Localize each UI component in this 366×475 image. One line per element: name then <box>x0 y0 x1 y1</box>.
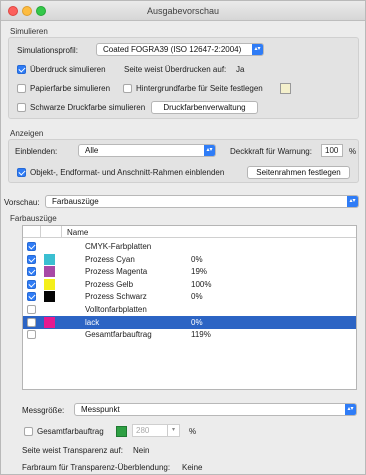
transparency-value: Nein <box>133 446 150 455</box>
separation-name: lack <box>85 317 100 327</box>
overprint-checkbox[interactable] <box>17 65 26 74</box>
separation-visibility-checkbox[interactable] <box>27 305 36 314</box>
black-ink-label: Schwarze Druckfarbe simulieren <box>30 103 146 112</box>
sample-size-value: Messpunkt <box>81 405 120 414</box>
simulation-profile-select[interactable]: Coated FOGRA39 (ISO 12647-2:2004) ▴▾ <box>96 43 264 56</box>
select-chevron-icon: ▴▾ <box>204 145 215 156</box>
bg-color-checkbox[interactable] <box>123 84 132 93</box>
section-simulieren-label: Simulieren <box>10 27 48 36</box>
page-overprint-label: Seite weist Überdrucken auf: <box>124 65 227 74</box>
separation-row[interactable]: Prozess Schwarz 0% <box>23 290 356 303</box>
paper-color-checkbox[interactable] <box>17 84 26 93</box>
bg-color-swatch[interactable] <box>280 83 291 94</box>
column-separator <box>40 226 41 238</box>
separation-row[interactable]: Prozess Gelb 100% <box>23 278 356 291</box>
preview-label: Vorschau: <box>4 198 40 207</box>
separation-visibility-checkbox[interactable] <box>27 254 36 264</box>
section-anzeigen-label: Anzeigen <box>10 129 44 138</box>
separation-visibility-checkbox[interactable] <box>27 242 36 251</box>
blend-space-label: Farbraum für Transparenz-Überblendung: <box>22 463 171 472</box>
separation-visibility-checkbox[interactable] <box>27 267 36 277</box>
separation-percentage: 0% <box>191 317 203 327</box>
opacity-unit: % <box>349 147 357 156</box>
show-select[interactable]: Alle ▴▾ <box>78 144 216 157</box>
anzeigen-group: Einblenden: Alle ▴▾ Deckkraft für Warnun… <box>8 139 359 183</box>
ink-color-swatch <box>44 316 55 328</box>
simulieren-group: Simulationsprofil: Coated FOGRA39 (ISO 1… <box>8 37 359 119</box>
separation-visibility-checkbox[interactable] <box>27 279 36 289</box>
opacity-input[interactable]: 100 <box>321 144 343 157</box>
ink-color-swatch <box>44 278 55 290</box>
ink-manager-button[interactable]: Druckfarbenverwaltung <box>151 101 258 114</box>
simulation-profile-label: Simulationsprofil: <box>17 46 78 55</box>
window-title: Ausgabevorschau <box>146 6 220 16</box>
sample-size-label: Messgröße: <box>22 406 65 415</box>
list-header: Name <box>23 226 356 238</box>
separation-name: Prozess Magenta <box>85 267 148 277</box>
separation-row[interactable]: Volltonfarbplatten <box>23 303 356 316</box>
separation-name: Prozess Gelb <box>85 279 134 289</box>
total-ink-unit: % <box>189 427 197 436</box>
separation-name: Gesamtfarbauftrag <box>85 330 152 340</box>
blend-space-value: Keine <box>182 463 203 472</box>
total-ink-checkbox[interactable] <box>24 427 33 436</box>
preview-value: Farbauszüge <box>52 197 99 206</box>
output-preview-window: Ausgabevorschau Simulieren Simulationspr… <box>0 0 366 475</box>
column-separator <box>61 226 62 238</box>
paper-color-label: Papierfarbe simulieren <box>30 84 111 93</box>
total-ink-label: Gesamtfarbauftrag <box>37 427 104 436</box>
frames-checkbox[interactable] <box>17 168 26 177</box>
show-label: Einblenden: <box>15 147 58 156</box>
separation-visibility-checkbox[interactable] <box>27 292 36 302</box>
show-value: Alle <box>85 146 99 155</box>
ink-color-swatch <box>44 253 55 265</box>
separation-visibility-checkbox[interactable] <box>27 330 36 340</box>
separation-row[interactable]: lack 0% <box>23 315 356 329</box>
separation-row[interactable]: CMYK-Farbplatten <box>23 240 356 253</box>
separation-row[interactable]: Gesamtfarbauftrag 119% <box>23 328 356 341</box>
section-farbauszuege-label: Farbauszüge <box>10 214 57 223</box>
title-bar: Ausgabevorschau <box>1 1 365 21</box>
dropdown-chevron-icon[interactable]: ▾ <box>167 425 179 436</box>
overprint-label: Überdruck simulieren <box>30 65 106 74</box>
bg-color-label: Hintergrundfarbe für Seite festlegen <box>136 84 263 93</box>
select-chevron-icon: ▴▾ <box>252 44 263 55</box>
separation-name: Prozess Cyan <box>85 254 135 264</box>
page-overprint-value: Ja <box>236 65 245 74</box>
separation-visibility-checkbox[interactable] <box>27 317 36 327</box>
separation-percentage: 119% <box>191 330 211 340</box>
separation-percentage: 0% <box>191 254 203 264</box>
separation-percentage: 100% <box>191 279 212 289</box>
total-ink-input[interactable]: 280 ▾ <box>132 424 180 437</box>
preview-select[interactable]: Farbauszüge ▴▾ <box>45 195 359 208</box>
ink-color-swatch <box>44 291 55 303</box>
separation-percentage: 19% <box>191 267 208 277</box>
opacity-label: Deckkraft für Warnung: <box>230 147 312 156</box>
page-frames-button[interactable]: Seitenrahmen festlegen <box>247 166 350 179</box>
separation-percentage: 0% <box>191 292 203 302</box>
transparency-label: Seite weist Transparenz auf: <box>22 446 123 455</box>
total-ink-swatch[interactable] <box>116 426 127 437</box>
separation-name: Volltonfarbplatten <box>85 305 147 314</box>
column-name-header[interactable]: Name <box>67 228 88 237</box>
separation-row[interactable]: Prozess Magenta 19% <box>23 265 356 278</box>
total-ink-value: 280 <box>136 426 150 435</box>
separation-row[interactable]: Prozess Cyan 0% <box>23 253 356 266</box>
frames-label: Objekt-, Endformat- und Anschnitt-Rahmen… <box>30 168 225 177</box>
separation-name: Prozess Schwarz <box>85 292 147 302</box>
select-chevron-icon: ▴▾ <box>347 196 358 207</box>
separations-list[interactable]: Name CMYK-Farbplatten Prozess Cyan 0% Proze… <box>22 225 357 390</box>
black-ink-checkbox[interactable] <box>17 103 26 112</box>
ink-color-swatch <box>44 266 55 278</box>
sample-size-select[interactable]: Messpunkt ▴▾ <box>74 403 357 416</box>
select-chevron-icon: ▴▾ <box>345 404 356 415</box>
separation-name: CMYK-Farbplatten <box>85 242 152 251</box>
simulation-profile-value: Coated FOGRA39 (ISO 12647-2:2004) <box>103 45 242 54</box>
